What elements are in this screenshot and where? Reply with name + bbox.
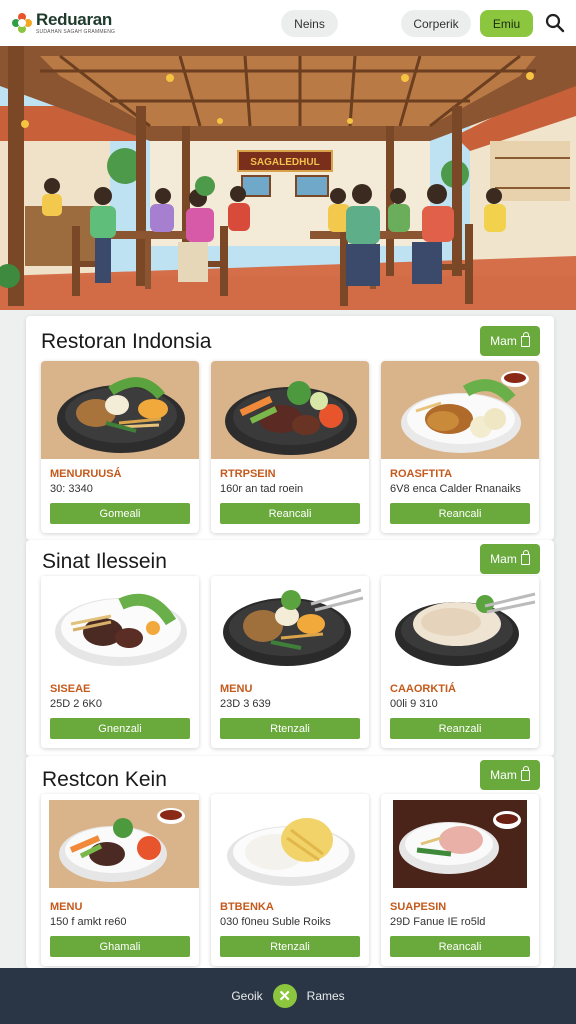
order-button[interactable]: Reanzali: [390, 718, 530, 739]
dish-image: [41, 794, 199, 892]
restaurant-sign: SAGALEDHUL: [250, 157, 319, 168]
order-button[interactable]: Gomeali: [50, 503, 190, 524]
footer-left-link[interactable]: Geoik: [231, 989, 262, 1003]
dish-price: 030 f0neu Suble Roiks: [220, 916, 331, 928]
nav-button[interactable]: Neins: [281, 10, 338, 37]
dish-name: ROASFTITA: [390, 468, 453, 480]
dish-price: 160r an tad roein: [220, 483, 304, 495]
menu-card[interactable]: SUAPESIN 29D Fanue IE ro5ld Reancali: [381, 794, 539, 966]
dish-name: MENURUUSÁ: [50, 468, 122, 480]
dish-image: [381, 576, 539, 674]
dish-name: RTRPSEIN: [220, 468, 276, 480]
menu-card[interactable]: MENURUUSÁ 30: 3340 Gomeali: [41, 361, 199, 533]
dish-price: 25D 2 6K0: [50, 698, 102, 710]
order-button[interactable]: Ghamali: [50, 936, 190, 957]
shopping-bag-icon: [520, 549, 530, 565]
dish-image: [211, 361, 369, 459]
brand-logo[interactable]: Reduaran SUDAHAN SAGAH GRAMMENG: [12, 11, 115, 35]
order-button[interactable]: Rtenzali: [220, 936, 360, 957]
search-icon[interactable]: [544, 12, 566, 34]
dish-price: 23D 3 639: [220, 698, 271, 710]
menu-card[interactable]: BTBENKA 030 f0neu Suble Roiks Rtenzali: [211, 794, 369, 966]
section-title: Restoran Indonsia: [41, 330, 212, 353]
order-button[interactable]: Rtenzali: [220, 718, 360, 739]
dish-price: 00li 9 310: [390, 698, 438, 710]
order-button[interactable]: Reancali: [390, 503, 530, 524]
menu-card[interactable]: SISEAE 25D 2 6K0 Gnenzali: [41, 576, 199, 748]
dish-name: MENU: [220, 683, 253, 695]
order-button[interactable]: Reancali: [390, 936, 530, 957]
shopping-bag-icon: [520, 765, 530, 781]
menu-card[interactable]: RTRPSEIN 160r an tad roein Reancali: [211, 361, 369, 533]
section-menu-button[interactable]: Mam: [480, 326, 540, 356]
flower-logo-icon: [12, 13, 32, 33]
dish-name: BTBENKA: [220, 901, 274, 913]
dish-name: MENU: [50, 901, 83, 913]
dish-price: 29D Fanue IE ro5ld: [390, 916, 486, 928]
brand-name: Reduaran: [36, 10, 113, 29]
dish-image: [41, 361, 199, 459]
brand-tagline: SUDAHAN SAGAH GRAMMENG: [36, 29, 116, 35]
dish-image: [381, 794, 539, 892]
footer-right-link[interactable]: Rames: [307, 989, 345, 1003]
section-menu-button[interactable]: Mam: [480, 760, 540, 790]
menu-card[interactable]: MENU 150 f amkt re60 Ghamali: [41, 794, 199, 966]
dish-name: CAAORKTIÁ: [390, 683, 456, 695]
dish-price: 30: 3340: [50, 483, 93, 495]
dish-price: 6V8 enca Calder Rnanaiks: [390, 483, 521, 495]
bottom-bar: Geoik ✕ Rames: [0, 968, 576, 1024]
close-icon[interactable]: ✕: [272, 984, 297, 1008]
section-restoran-indonesia: Restoran Indonsia Mam MENURUUSÁ 30: 3340…: [26, 316, 554, 540]
section-sinat-ilessein: Sinat Ilessein Mam SISEAE 25D 2 6K0 Gnen…: [26, 540, 554, 756]
dish-image: [211, 576, 369, 674]
section-menu-label: Mam: [490, 768, 517, 782]
section-restcon-kein: Restcon Kein Mam MENU 150 f amkt re60 Gh…: [26, 756, 554, 968]
menu-button[interactable]: Emiu: [480, 10, 533, 37]
dish-name: SUAPESIN: [390, 901, 447, 913]
order-button[interactable]: Gnenzali: [50, 718, 190, 739]
shopping-bag-icon: [520, 331, 530, 347]
hero-restaurant-illustration: SAGALEDHUL: [0, 46, 576, 310]
dish-image: [41, 576, 199, 674]
company-button[interactable]: Corperik: [401, 10, 471, 37]
section-menu-label: Mam: [490, 334, 517, 348]
section-title: Restcon Kein: [42, 768, 167, 791]
menu-card[interactable]: MENU 23D 3 639 Rtenzali: [211, 576, 369, 748]
top-bar: Reduaran SUDAHAN SAGAH GRAMMENG Neins Co…: [0, 0, 576, 46]
section-title: Sinat Ilessein: [42, 550, 167, 573]
menu-card[interactable]: ROASFTITA 6V8 enca Calder Rnanaiks Reanc…: [381, 361, 539, 533]
section-menu-label: Mam: [490, 552, 517, 566]
dish-image: [381, 361, 539, 459]
dish-image: [211, 794, 369, 892]
dish-price: 150 f amkt re60: [50, 916, 127, 928]
menu-card[interactable]: CAAORKTIÁ 00li 9 310 Reanzali: [381, 576, 539, 748]
dish-name: SISEAE: [50, 683, 91, 695]
order-button[interactable]: Reancali: [220, 503, 360, 524]
section-menu-button[interactable]: Mam: [480, 544, 540, 574]
